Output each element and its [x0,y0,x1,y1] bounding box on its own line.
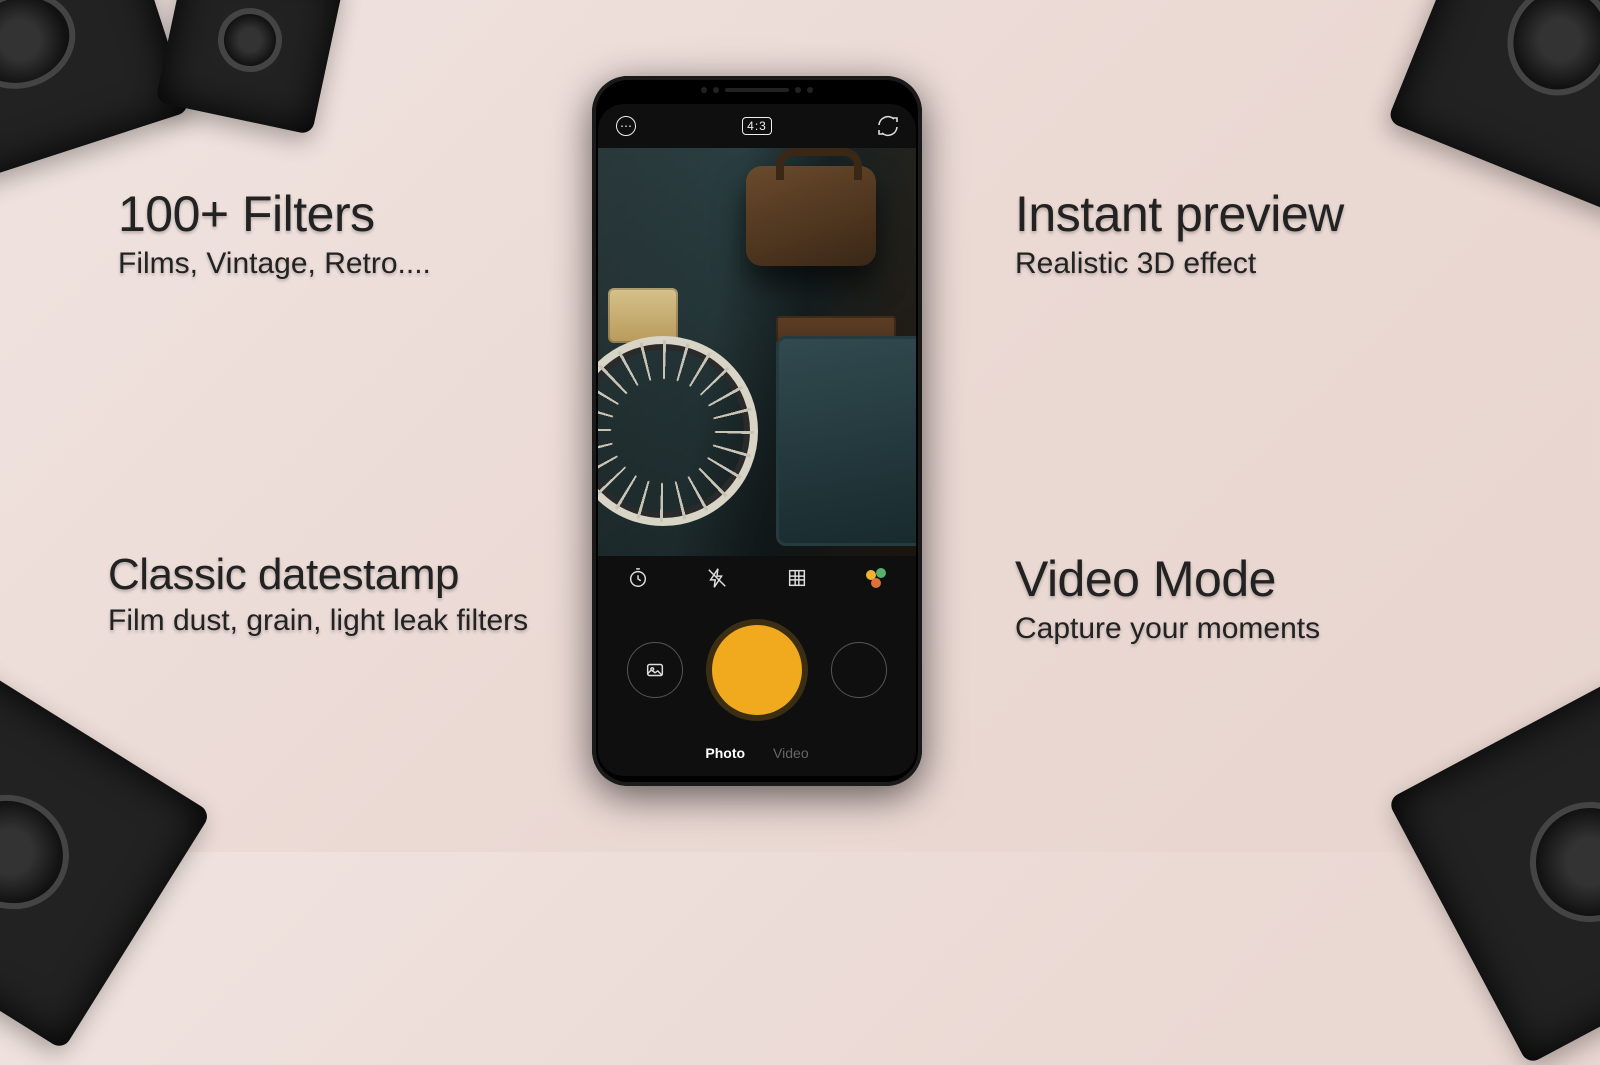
filter-wheel-button[interactable] [831,642,887,698]
decor-camera-top-right [1387,0,1600,219]
mode-photo[interactable]: Photo [705,745,745,761]
feature-datestamp: Classic datestamp Film dust, grain, ligh… [108,550,528,638]
decor-camera-bottom-left [0,654,211,1050]
feature-video-mode: Video Mode Capture your moments [1015,550,1320,646]
viewfinder-suitcase-prop [776,336,916,546]
shutter-button[interactable] [712,625,802,715]
feature-title: 100+ Filters [118,185,431,243]
mode-video[interactable]: Video [773,745,809,761]
camera-switch-icon[interactable] [876,114,900,138]
feature-subtitle: Realistic 3D effect [1015,247,1344,281]
camera-tool-bar [598,556,916,600]
gallery-button[interactable] [627,642,683,698]
decor-camera-top-left-2 [155,0,345,135]
phone-mockup: 4:3 [592,76,922,786]
color-filter-icon[interactable] [865,567,887,589]
feature-subtitle: Film dust, grain, light leak filters [108,604,528,638]
feature-subtitle: Films, Vintage, Retro.... [118,247,431,281]
camera-controls [598,600,916,740]
timer-icon[interactable] [627,567,649,589]
phone-notch [592,76,922,104]
viewfinder-bag-prop [746,166,876,266]
viewfinder-bicycle-prop [598,336,758,526]
feature-filters: 100+ Filters Films, Vintage, Retro.... [118,185,431,281]
viewfinder[interactable] [598,148,916,556]
more-icon[interactable] [614,114,638,138]
decor-camera-bottom-right [1387,659,1600,1065]
mode-switcher: Photo Video [598,740,916,776]
grid-icon[interactable] [786,567,808,589]
feature-title: Classic datestamp [108,550,528,600]
viewfinder-basket-prop [608,288,678,343]
camera-top-bar: 4:3 [598,104,916,148]
feature-instant-preview: Instant preview Realistic 3D effect [1015,185,1344,281]
aspect-ratio-toggle[interactable]: 4:3 [742,117,772,135]
camera-app-screen: 4:3 [598,104,916,776]
feature-title: Instant preview [1015,185,1344,243]
feature-subtitle: Capture your moments [1015,612,1320,646]
feature-title: Video Mode [1015,550,1320,608]
flash-off-icon[interactable] [706,567,728,589]
